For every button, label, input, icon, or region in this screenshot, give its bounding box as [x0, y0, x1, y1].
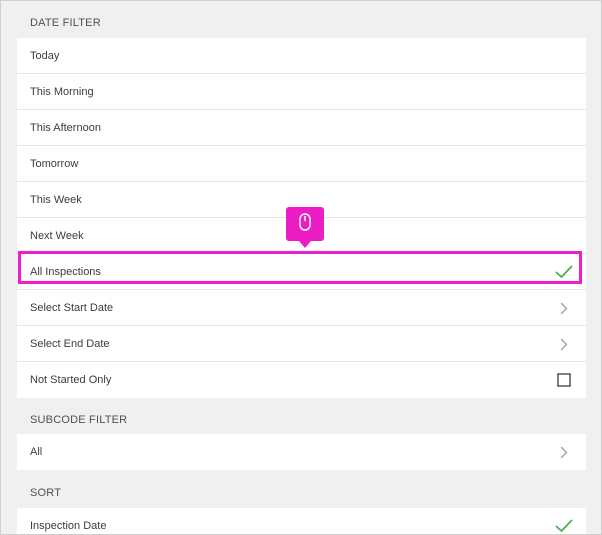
sort-inspection-date[interactable]: Inspection Date — [17, 508, 586, 534]
row-label: Not Started Only — [30, 374, 112, 386]
date-filter-header: DATE FILTER — [17, 1, 586, 38]
chevron-right-icon — [554, 434, 574, 470]
filter-frame: DATE FILTER Today This Morning This Afte… — [0, 0, 602, 535]
checkmark-icon — [554, 254, 574, 290]
date-filter-this-afternoon[interactable]: This Afternoon — [17, 110, 586, 146]
date-filter-tomorrow[interactable]: Tomorrow — [17, 146, 586, 182]
row-label: Select End Date — [30, 338, 110, 350]
checkbox-icon[interactable] — [554, 362, 574, 398]
row-label: All Inspections — [30, 266, 101, 278]
row-label: This Morning — [30, 86, 94, 98]
date-filter-all-inspections[interactable]: All Inspections — [17, 254, 586, 290]
date-filter-today[interactable]: Today — [17, 38, 586, 74]
row-label: Tomorrow — [30, 158, 79, 170]
subcode-filter-header: SUBCODE FILTER — [17, 398, 586, 434]
mouse-click-tooltip — [286, 207, 324, 248]
row-label: This Afternoon — [30, 122, 101, 134]
row-label: This Week — [30, 194, 82, 206]
filter-panel: DATE FILTER Today This Morning This Afte… — [17, 1, 586, 534]
chevron-right-icon — [554, 326, 574, 362]
row-label: Inspection Date — [30, 520, 107, 532]
row-label: Next Week — [30, 230, 84, 242]
row-label: Select Start Date — [30, 302, 114, 314]
chevron-right-icon — [554, 290, 574, 326]
date-filter-select-end-date[interactable]: Select End Date — [17, 326, 586, 362]
date-filter-select-start-date[interactable]: Select Start Date — [17, 290, 586, 326]
checkmark-icon — [554, 508, 574, 534]
row-label: All — [30, 446, 43, 458]
mouse-icon — [299, 212, 311, 236]
date-filter-this-morning[interactable]: This Morning — [17, 74, 586, 110]
subcode-filter-all[interactable]: All — [17, 434, 586, 470]
row-label: Today — [30, 50, 60, 62]
sort-header: SORT — [17, 470, 586, 508]
date-filter-not-started-only[interactable]: Not Started Only — [17, 362, 586, 398]
